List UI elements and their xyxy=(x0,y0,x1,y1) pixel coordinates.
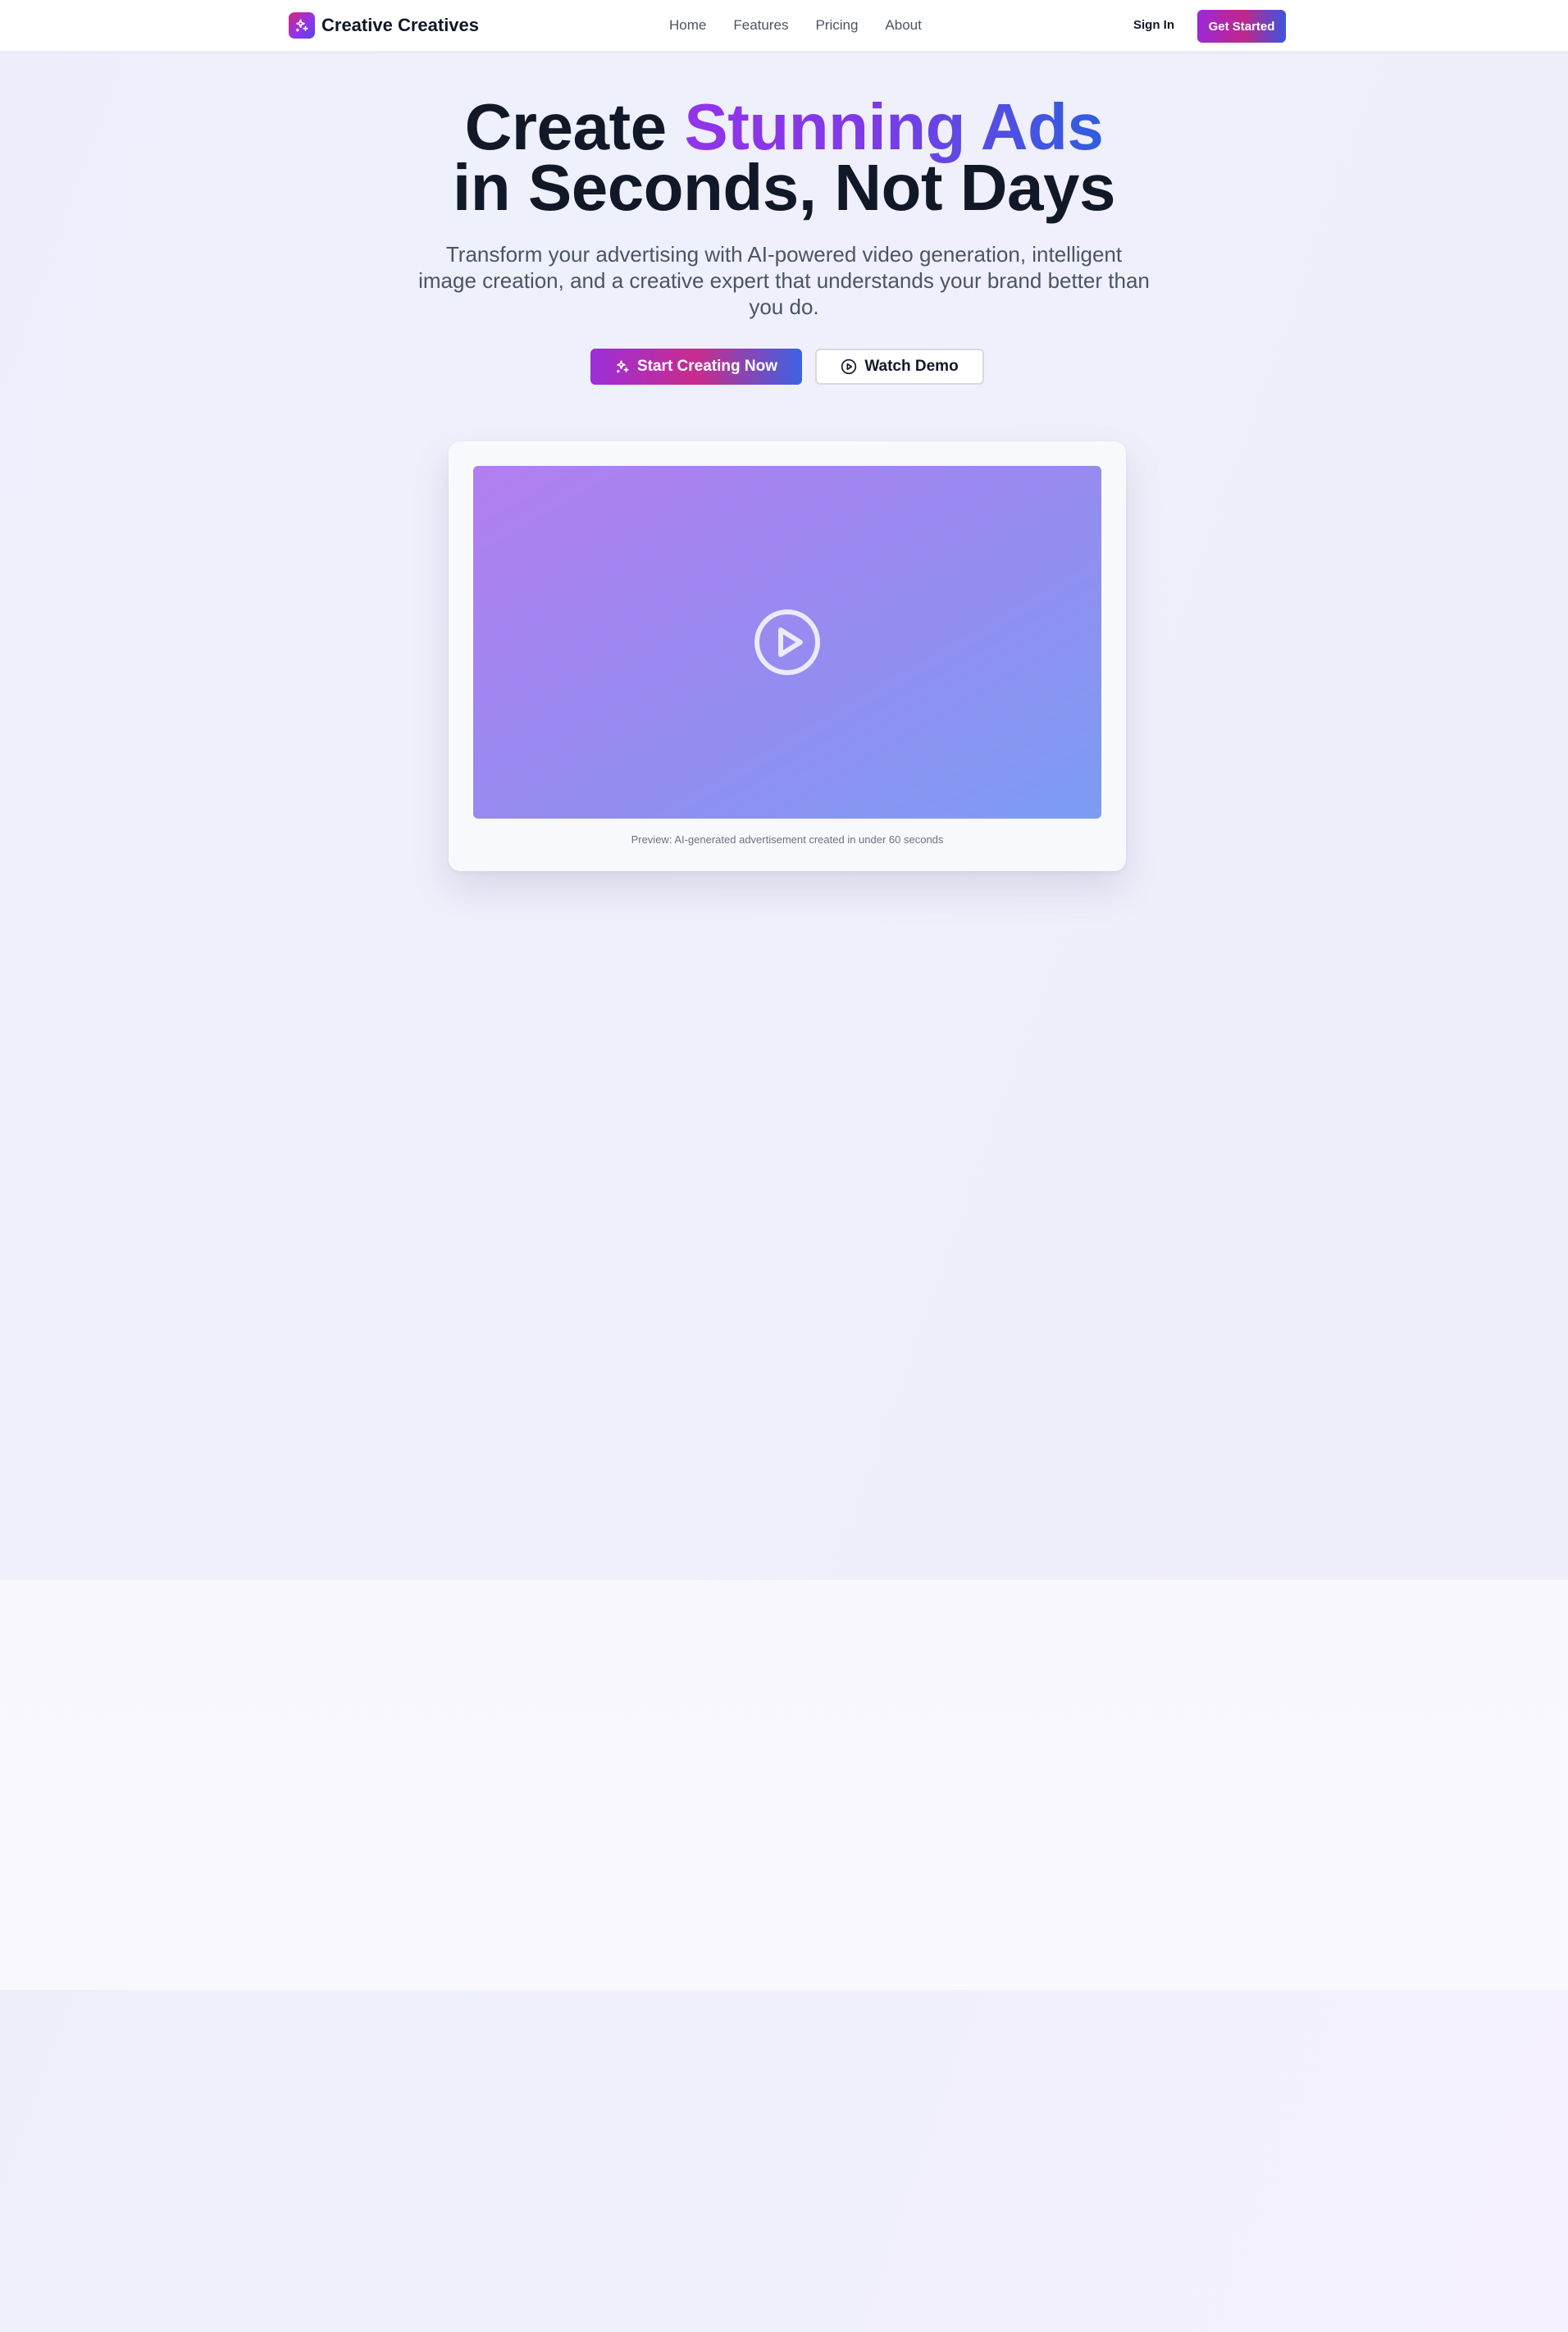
brand-logo[interactable]: Creative Creatives xyxy=(289,12,479,39)
nav-link-pricing[interactable]: Pricing xyxy=(815,17,858,34)
sparkles-icon xyxy=(615,359,630,374)
nav-links: Home Features Pricing About xyxy=(669,17,949,34)
play-circle-icon[interactable] xyxy=(753,608,822,677)
content-section xyxy=(0,1580,1568,1990)
nav-link-about[interactable]: About xyxy=(885,17,921,34)
preview-caption: Preview: AI-generated advertisement crea… xyxy=(631,833,944,846)
content-section-alt xyxy=(0,1990,1568,2332)
nav-link-home[interactable]: Home xyxy=(669,17,706,34)
headline-line-2: in Seconds, Not Days xyxy=(453,151,1115,224)
watch-demo-button[interactable]: Watch Demo xyxy=(815,349,984,385)
hero-subtitle: Transform your advertising with AI-power… xyxy=(418,242,1150,319)
start-creating-button[interactable]: Start Creating Now xyxy=(590,349,802,385)
brand-name: Creative Creatives xyxy=(321,15,480,35)
play-circle-icon xyxy=(841,358,857,375)
video-preview[interactable] xyxy=(473,466,1101,819)
preview-card: Preview: AI-generated advertisement crea… xyxy=(449,441,1126,871)
start-creating-label: Start Creating Now xyxy=(636,358,778,375)
nav-link-features[interactable]: Features xyxy=(733,17,788,34)
get-started-button[interactable]: Get Started xyxy=(1197,10,1286,43)
watch-demo-label: Watch Demo xyxy=(864,358,959,375)
sign-in-button[interactable]: Sign In xyxy=(1133,18,1174,32)
top-navbar: Creative Creatives Home Features Pricing… xyxy=(0,0,1568,52)
sparkles-icon xyxy=(289,12,315,39)
hero-headline: Create Stunning Ads in Seconds, Not Days xyxy=(0,94,1568,221)
